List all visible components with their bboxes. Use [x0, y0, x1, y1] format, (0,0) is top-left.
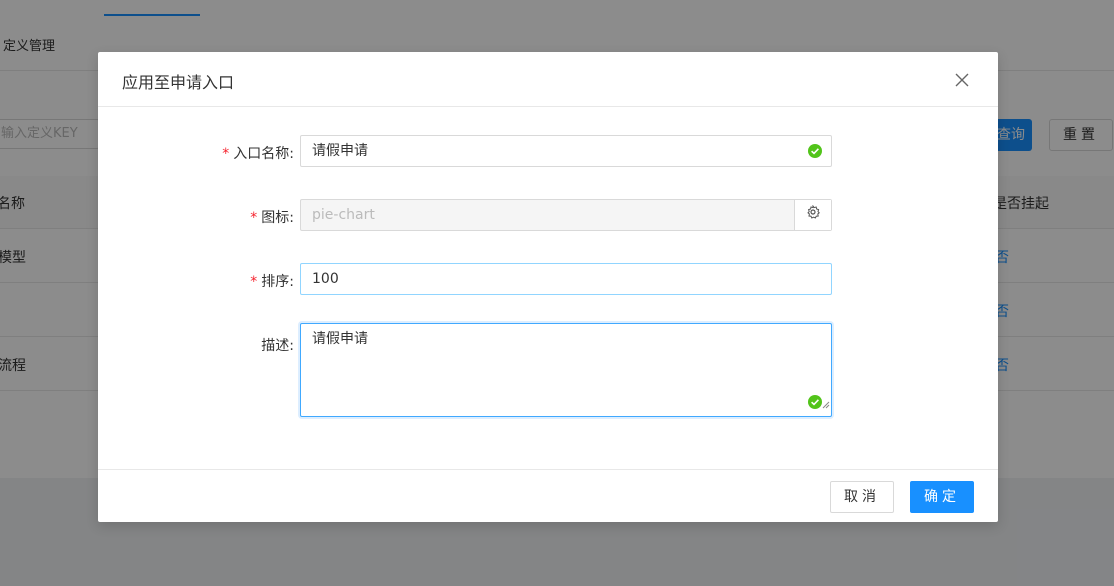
ok-button[interactable]: 确定 — [910, 481, 974, 513]
check-circle-icon — [808, 395, 822, 409]
modal-title: 应用至申请入口 — [122, 73, 235, 92]
icon-input: pie-chart — [300, 199, 832, 231]
required-mark: * — [250, 210, 258, 226]
required-mark: * — [222, 146, 230, 162]
sort-label: * 排序: — [250, 274, 294, 290]
apply-entry-dialog: 应用至申请入口 * 入口名称: 请假申请 * 图标: pie-chart * 排序: — [98, 52, 998, 522]
description-textarea[interactable]: 请假申请 — [300, 323, 832, 417]
modal-header: 应用至申请入口 — [98, 52, 998, 107]
icon-picker-button[interactable] — [794, 200, 831, 230]
resize-handle-icon[interactable] — [822, 395, 830, 415]
cancel-button[interactable]: 取消 — [830, 481, 894, 513]
description-label: 描述: — [261, 338, 294, 354]
required-mark: * — [250, 274, 258, 290]
sort-input[interactable]: 100 — [300, 263, 832, 295]
modal-footer: 取消 确定 — [98, 469, 998, 523]
entry-name-input[interactable]: 请假申请 — [300, 135, 832, 167]
gear-icon — [806, 200, 820, 230]
icon-label: * 图标: — [250, 210, 294, 226]
close-icon[interactable] — [950, 68, 974, 92]
entry-name-label: * 入口名称: — [222, 146, 294, 162]
check-circle-icon — [808, 144, 822, 158]
